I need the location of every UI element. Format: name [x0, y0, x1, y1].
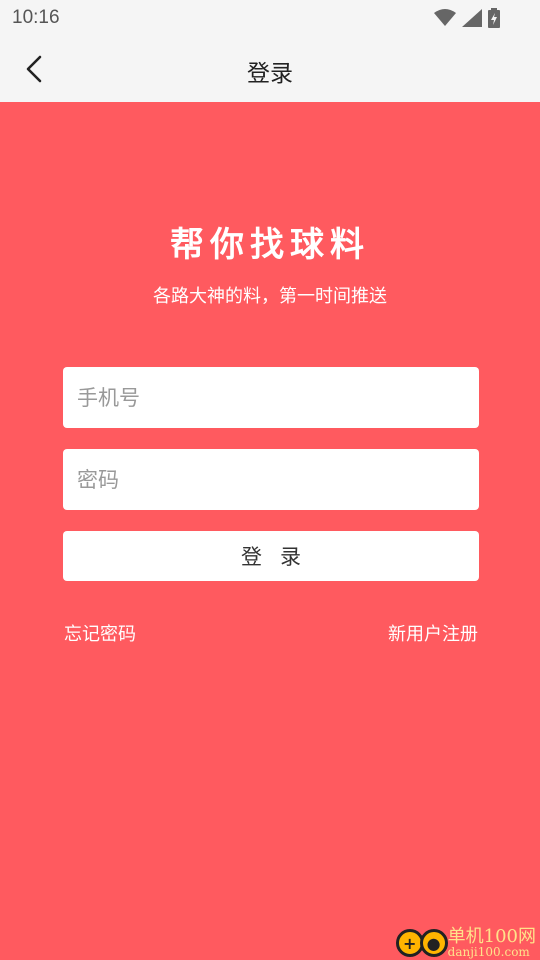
watermark-eye-icon: ●: [419, 929, 448, 957]
login-button[interactable]: 登录: [63, 531, 479, 581]
watermark-domain: danji100.com: [447, 945, 530, 959]
watermark: + ● 单机100网 danji100.com: [395, 926, 536, 959]
headline: 帮你找球料: [170, 225, 370, 265]
login-panel: 帮你找球料 各路大神的料，第一时间推送 登录 忘记密码 新用户注册 + ● 单机…: [0, 102, 540, 960]
register-link[interactable]: 新用户注册: [388, 620, 478, 646]
status-bar: 10:16: [0, 0, 540, 36]
nav-bar: 登录: [0, 36, 540, 102]
battery-icon: [488, 8, 500, 28]
forgot-password-link[interactable]: 忘记密码: [64, 620, 136, 646]
phone-input[interactable]: [63, 367, 479, 428]
password-input[interactable]: [63, 449, 479, 510]
page-title: 登录: [247, 61, 293, 87]
signal-icon: [462, 9, 482, 27]
subheadline: 各路大神的料，第一时间推送: [153, 286, 387, 307]
wifi-icon: [434, 9, 456, 26]
watermark-text: 单机100网 danji100.com: [447, 926, 536, 959]
status-icons: [434, 8, 500, 28]
status-time: 10:16: [12, 7, 60, 28]
watermark-logo: + ●: [395, 929, 448, 957]
watermark-name: 单机100网: [447, 926, 536, 947]
